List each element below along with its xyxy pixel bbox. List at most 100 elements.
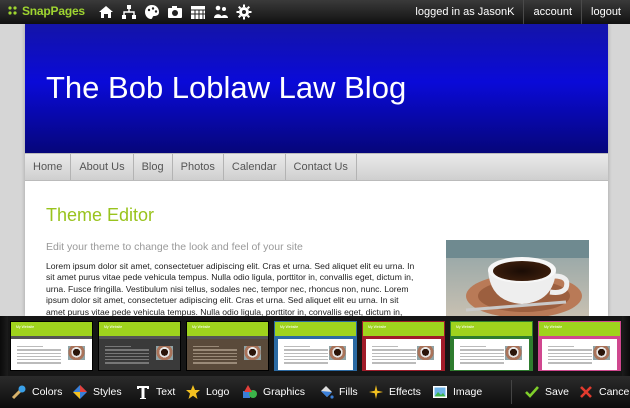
effects-label: Effects	[389, 386, 421, 398]
colors-button[interactable]: Colors	[11, 376, 62, 408]
thumbnail-text-lines	[284, 346, 328, 366]
tool-icons	[98, 4, 252, 20]
thumbnail-body	[275, 339, 356, 370]
theme-thumbnail[interactable]: My Website	[362, 321, 445, 371]
thumbnail-title: My Website	[16, 325, 35, 329]
body-text: Lorem ipsum dolor sit amet, consectetuer…	[46, 261, 415, 316]
app-logo[interactable]: SnapPages	[7, 4, 85, 18]
fills-label: Fills	[339, 386, 358, 398]
thumbnail-image	[329, 346, 346, 360]
theme-thumbnail[interactable]: My Website	[450, 321, 533, 371]
image-label: Image	[453, 386, 483, 398]
thumbnail-image	[417, 346, 434, 360]
account-link[interactable]: account	[523, 0, 581, 24]
graphics-label: Graphics	[263, 386, 306, 398]
nav-item-calendar[interactable]: Calendar	[224, 154, 286, 180]
styles-icon	[72, 384, 88, 400]
thumbnail-text-lines	[193, 346, 237, 366]
page-subtitle: Edit your theme to change the look and f…	[46, 241, 303, 253]
cancel-label: Cancel	[599, 386, 630, 398]
nav-item-about-us[interactable]: About Us	[71, 154, 134, 180]
theme-thumbnail[interactable]: My Website	[538, 321, 621, 371]
close-icon	[578, 384, 594, 400]
thumbnail-header: My Website	[363, 322, 444, 336]
theme-thumbnail[interactable]: My Website	[98, 321, 181, 371]
thumbnail-title: My Website	[368, 325, 387, 329]
site-preview: The Bob Loblaw Law Blog Home About Us Bl…	[25, 24, 608, 316]
colors-label: Colors	[32, 386, 63, 398]
effects-button[interactable]: Effects	[368, 376, 421, 408]
scroll-left-arrow[interactable]	[0, 316, 8, 376]
site-nav: Home About Us Blog Photos Calendar Conta…	[25, 153, 608, 181]
calendar-icon[interactable]	[190, 4, 206, 20]
image-icon	[432, 384, 448, 400]
people-icon[interactable]	[213, 4, 229, 20]
nav-item-blog[interactable]: Blog	[134, 154, 173, 180]
thumbnail-image	[505, 346, 522, 360]
graphics-button[interactable]: Graphics	[242, 376, 305, 408]
thumbnail-body	[187, 339, 268, 370]
save-button[interactable]: Save	[524, 376, 569, 408]
sitemap-icon[interactable]	[121, 4, 137, 20]
site-banner[interactable]: The Bob Loblaw Law Blog	[25, 24, 608, 153]
settings-icon[interactable]	[236, 4, 252, 20]
thumbnail-text-lines	[17, 346, 61, 366]
theme-thumbnail[interactable]: My Website	[274, 321, 357, 371]
coffee-cup-image	[446, 240, 589, 316]
check-icon	[524, 384, 540, 400]
sparkle-icon	[368, 384, 384, 400]
camera-icon[interactable]	[167, 4, 183, 20]
top-bar: SnapPages logged in as JasonK account lo…	[0, 0, 630, 24]
thumbnail-title: My Website	[544, 325, 563, 329]
thumbnail-header: My Website	[99, 322, 180, 336]
thumbnail-title: My Website	[192, 325, 211, 329]
thumbnail-title: My Website	[104, 325, 123, 329]
home-icon[interactable]	[98, 4, 114, 20]
thumbnail-body	[451, 339, 532, 370]
thumbnail-image	[156, 346, 173, 360]
theme-strip: My Website My Website My Website My Website…	[0, 316, 630, 376]
star-icon	[185, 384, 201, 400]
theme-toolbar: Colors Styles Text Logo Graphics Fills E…	[0, 376, 630, 408]
text-button[interactable]: Text	[135, 376, 175, 408]
thumbnail-header: My Website	[275, 322, 356, 336]
palette-icon[interactable]	[144, 4, 160, 20]
thumbnail-body	[539, 339, 620, 370]
nav-item-photos[interactable]: Photos	[173, 154, 224, 180]
text-icon	[135, 384, 151, 400]
nav-item-contact-us[interactable]: Contact Us	[286, 154, 357, 180]
image-button[interactable]: Image	[432, 376, 482, 408]
blog-title[interactable]: The Bob Loblaw Law Blog	[46, 70, 406, 106]
thumbnail-text-lines	[372, 346, 416, 366]
thumbnail-text-lines	[460, 346, 504, 366]
styles-button[interactable]: Styles	[72, 376, 122, 408]
thumbnail-text-lines	[548, 346, 592, 366]
paint-bucket-icon	[318, 384, 334, 400]
page-heading: Theme Editor	[46, 205, 155, 225]
logo-button[interactable]: Logo	[185, 376, 229, 408]
theme-thumbnail[interactable]: My Website	[10, 321, 93, 371]
thumbnail-header: My Website	[187, 322, 268, 336]
color-picker-icon	[11, 384, 27, 400]
shapes-icon	[242, 384, 258, 400]
logout-link[interactable]: logout	[581, 0, 630, 24]
logo-text: SnapPages	[22, 4, 85, 18]
scroll-right-arrow[interactable]	[622, 316, 630, 376]
text-label: Text	[156, 386, 176, 398]
styles-label: Styles	[93, 386, 122, 398]
thumbnail-image	[244, 346, 261, 360]
thumbnail-title: My Website	[280, 325, 299, 329]
theme-thumbnail[interactable]: My Website	[186, 321, 269, 371]
logo-label: Logo	[206, 386, 230, 398]
thumbnail-title: My Website	[456, 325, 475, 329]
toolbar-divider	[511, 380, 512, 404]
thumbnail-header: My Website	[451, 322, 532, 336]
nav-item-home[interactable]: Home	[25, 154, 72, 180]
user-links: logged in as JasonK account logout	[406, 0, 630, 24]
cancel-button[interactable]: Cancel	[578, 376, 630, 408]
thumbnail-header: My Website	[11, 322, 92, 336]
logged-in-text: logged in as JasonK	[415, 6, 515, 18]
fills-button[interactable]: Fills	[318, 376, 358, 408]
page-content: Theme Editor Edit your theme to change t…	[25, 181, 608, 316]
thumbnail-text-lines	[105, 346, 149, 366]
